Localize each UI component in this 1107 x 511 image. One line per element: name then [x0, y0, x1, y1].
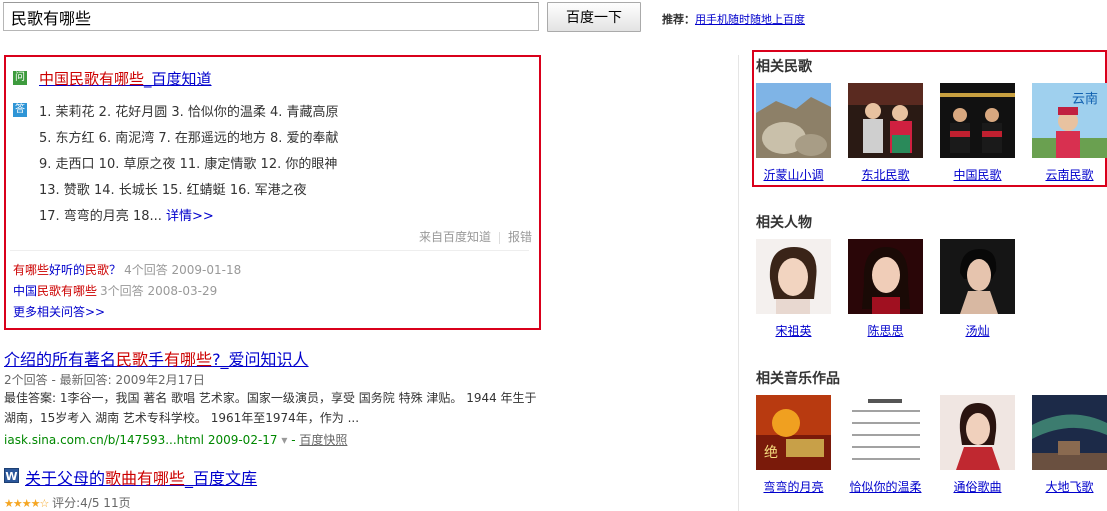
title-text: _百度文库	[185, 469, 258, 488]
svg-text:绝: 绝	[764, 445, 778, 461]
person-thumbnail[interactable]	[940, 239, 1015, 314]
answer-line: 5. 东方红 6. 南泥湾 7. 在那遥远的地方 8. 爱的奉献	[39, 131, 339, 146]
person-link[interactable]: 陈思思	[848, 322, 923, 339]
song-link[interactable]: 云南民歌	[1032, 166, 1107, 183]
title-text: 关于父母的	[25, 469, 106, 488]
rq-text: 好听的	[49, 263, 86, 277]
related-people-title: 相关人物	[756, 215, 812, 231]
related-question-row: 中国民歌有哪些 3个回答 2008-03-29	[13, 282, 217, 299]
rq-em: 有哪些	[13, 263, 50, 277]
music-link[interactable]: 恰似你的温柔	[848, 478, 923, 497]
related-question-meta: 4个回答 2009-01-18	[124, 263, 242, 277]
related-question-link[interactable]: 中国民歌有哪些	[13, 284, 97, 298]
music-thumbnail[interactable]	[848, 395, 923, 470]
rq-text: ？	[109, 263, 122, 277]
related-music-title: 相关音乐作品	[756, 371, 840, 387]
song-thumbnail[interactable]	[940, 83, 1015, 158]
music-thumbnail[interactable]	[940, 395, 1015, 470]
title-keyword: 有哪些	[164, 350, 213, 369]
word-doc-icon: W	[4, 468, 19, 483]
detail-link[interactable]: 详情>>	[166, 209, 214, 224]
music-thumbnail[interactable]	[1032, 395, 1107, 470]
related-question-link[interactable]: 有哪些好听的民歌？	[13, 263, 121, 277]
mobile-baidu-link[interactable]: 用手机随时随地上百度	[695, 13, 805, 26]
result-url: iask.sina.com.cn/b/147593...html 2009-02…	[4, 433, 278, 447]
answer-icon: 答	[13, 103, 27, 117]
song-thumbnail[interactable]	[848, 83, 923, 158]
answer-line: 9. 走西口 10. 草原之夜 11. 康定情歌 12. 你的眼神	[39, 157, 338, 172]
title-keyword: 民歌	[116, 350, 149, 369]
rq-em: 民歌有哪些	[37, 284, 98, 298]
search-button[interactable]: 百度一下	[547, 2, 641, 32]
person-thumbnail[interactable]	[848, 239, 923, 314]
person-link[interactable]: 宋祖英	[756, 322, 831, 339]
music-link[interactable]: 大地飞歌	[1032, 478, 1107, 495]
rq-text: 中国	[13, 284, 38, 298]
title-keyword: 歌曲有哪些	[105, 469, 186, 488]
result-url-row: iask.sina.com.cn/b/147593...html 2009-02…	[4, 433, 348, 447]
answer-line-text: 17. 弯弯的月亮 18...	[39, 209, 162, 224]
source-row: 来自百度知道 报错	[419, 228, 532, 245]
column-divider	[738, 55, 739, 511]
source-label: 来自百度知道	[418, 230, 491, 244]
recommend-bar: 推荐：用手机随时随地上百度	[662, 11, 805, 27]
report-link[interactable]: 报错	[508, 230, 532, 244]
zhidao-title-keyword: 中国民歌有哪些	[39, 70, 145, 88]
dropdown-arrow-icon[interactable]: ▾	[281, 433, 287, 447]
song-link[interactable]: 沂蒙山小调	[756, 166, 831, 183]
rating-stars-icon: ★★★★☆	[4, 497, 49, 510]
answer-line: 1. 茉莉花 2. 花好月圆 3. 恰似你的温柔 4. 青藏高原	[39, 105, 339, 120]
separator	[498, 231, 500, 244]
result-snippet: 最佳答案: 1李谷一，我国 著名 歌唱 艺术家。国家一级演员，享受 国务院 特殊…	[4, 391, 537, 425]
answer-line: 13. 赞歌 14. 长城长 15. 红蜻蜓 16. 军港之夜	[39, 183, 307, 198]
person-thumbnail[interactable]	[756, 239, 831, 314]
result-title-link[interactable]: 关于父母的歌曲有哪些_百度文库	[25, 465, 257, 489]
title-text: ?_爱问知识人	[212, 350, 309, 369]
song-thumbnail[interactable]	[756, 83, 831, 158]
result-meta: 2个回答 - 最新回答: 2009年2月17日	[4, 373, 205, 387]
question-icon: 问	[13, 71, 27, 85]
song-link[interactable]: 中国民歌	[940, 166, 1015, 183]
rq-em: 民歌	[85, 263, 110, 277]
song-thumbnail[interactable]: 云南	[1032, 83, 1107, 158]
divider	[10, 250, 529, 251]
rating-row: ★★★★☆ 评分:4/5 11页	[4, 494, 131, 511]
related-songs-title: 相关民歌	[756, 59, 812, 75]
cache-link[interactable]: 百度快照	[299, 433, 347, 447]
result-title-link[interactable]: 介绍的所有著名民歌手有哪些?_爱问知识人	[4, 346, 309, 370]
music-thumbnail[interactable]: 绝	[756, 395, 831, 470]
title-text: 手	[148, 350, 165, 369]
related-question-meta: 3个回答 2008-03-29	[100, 284, 218, 298]
title-text: 介绍的所有著名	[4, 350, 117, 369]
music-link[interactable]: 通俗歌曲	[940, 478, 1015, 495]
related-question-row: 有哪些好听的民歌？ 4个回答 2009-01-18	[13, 261, 241, 278]
svg-text:云南: 云南	[1072, 91, 1098, 107]
search-input[interactable]	[3, 2, 539, 31]
answer-line-last: 17. 弯弯的月亮 18... 详情>>	[39, 205, 214, 224]
rating-text: 评分:4/5 11页	[52, 496, 131, 510]
zhidao-title-suffix: _百度知道	[144, 70, 212, 88]
person-link[interactable]: 汤灿	[940, 322, 1015, 339]
recommend-label: 推荐：	[662, 13, 695, 26]
more-related-link[interactable]: 更多相关问答>>	[13, 303, 105, 320]
song-link[interactable]: 东北民歌	[848, 166, 923, 183]
music-link[interactable]: 弯弯的月亮	[756, 478, 831, 495]
zhidao-title-link[interactable]: 中国民歌有哪些_百度知道	[39, 68, 212, 89]
